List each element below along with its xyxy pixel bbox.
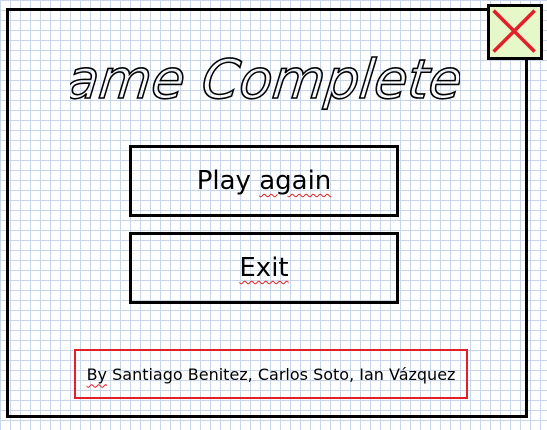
- play-again-button[interactable]: Play again: [129, 145, 399, 217]
- page-title: Game Completed: [70, 36, 460, 118]
- close-icon: [492, 9, 536, 53]
- play-again-label: Play again: [196, 166, 332, 196]
- credits-text: By Santiago Benitez, Carlos Soto, Ian Vá…: [86, 364, 456, 384]
- exit-button[interactable]: Exit: [129, 232, 399, 304]
- close-button[interactable]: [487, 4, 543, 60]
- exit-label: Exit: [239, 253, 289, 283]
- credits-box: By Santiago Benitez, Carlos Soto, Ian Vá…: [74, 349, 468, 399]
- title-text: Game Completed: [70, 48, 460, 111]
